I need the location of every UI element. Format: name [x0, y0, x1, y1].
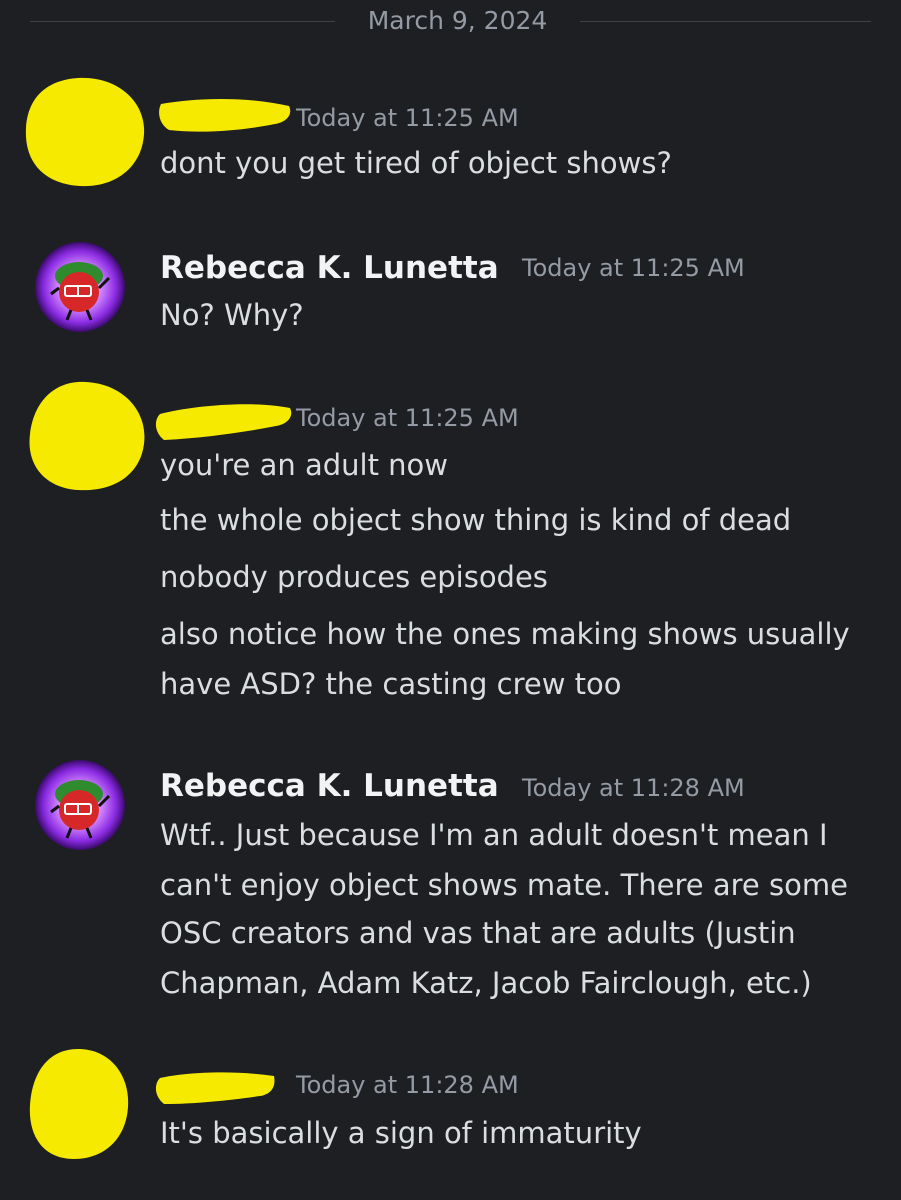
divider-line-left — [30, 21, 335, 22]
redacted-avatar[interactable] — [20, 378, 150, 494]
message-text: Wtf.. Just because I'm an adult doesn't … — [160, 818, 828, 852]
tomato-character-avatar-icon — [35, 760, 125, 850]
redacted-username[interactable] — [152, 1064, 278, 1108]
divider-line-right — [580, 21, 871, 22]
message-text: also notice how the ones making shows us… — [160, 617, 850, 651]
message-text: can't enjoy object shows mate. There are… — [160, 868, 848, 902]
message-timestamp[interactable]: Today at 11:25 AM — [296, 404, 519, 432]
avatar[interactable] — [35, 242, 125, 332]
message-text: Chapman, Adam Katz, Jacob Fairclough, et… — [160, 966, 812, 1000]
message-timestamp[interactable]: Today at 11:25 AM — [522, 254, 745, 282]
message-text: nobody produces episodes — [160, 560, 548, 594]
author-name[interactable]: Rebecca K. Lunetta — [160, 250, 499, 286]
redacted-username[interactable] — [155, 94, 295, 136]
redacted-username[interactable] — [150, 398, 296, 444]
message-timestamp[interactable]: Today at 11:25 AM — [296, 104, 519, 132]
redacted-avatar[interactable] — [22, 1045, 134, 1163]
message-text: the whole object show thing is kind of d… — [160, 503, 792, 537]
message-timestamp[interactable]: Today at 11:28 AM — [522, 774, 745, 802]
avatar[interactable] — [35, 760, 125, 850]
message-timestamp[interactable]: Today at 11:28 AM — [296, 1071, 519, 1099]
date-divider-label: March 9, 2024 — [367, 6, 548, 35]
message-text: No? Why? — [160, 298, 304, 332]
message-text: It's basically a sign of immaturity — [160, 1116, 642, 1150]
message-text: have ASD? the casting crew too — [160, 667, 622, 701]
message-text: dont you get tired of object shows? — [160, 146, 672, 180]
tomato-character-avatar-icon — [35, 242, 125, 332]
redacted-avatar[interactable] — [18, 72, 148, 192]
message-text: you're an adult now — [160, 448, 449, 482]
author-name[interactable]: Rebecca K. Lunetta — [160, 768, 499, 804]
date-divider: March 9, 2024 — [0, 0, 901, 44]
message-text: OSC creators and vas that are adults (Ju… — [160, 916, 796, 950]
